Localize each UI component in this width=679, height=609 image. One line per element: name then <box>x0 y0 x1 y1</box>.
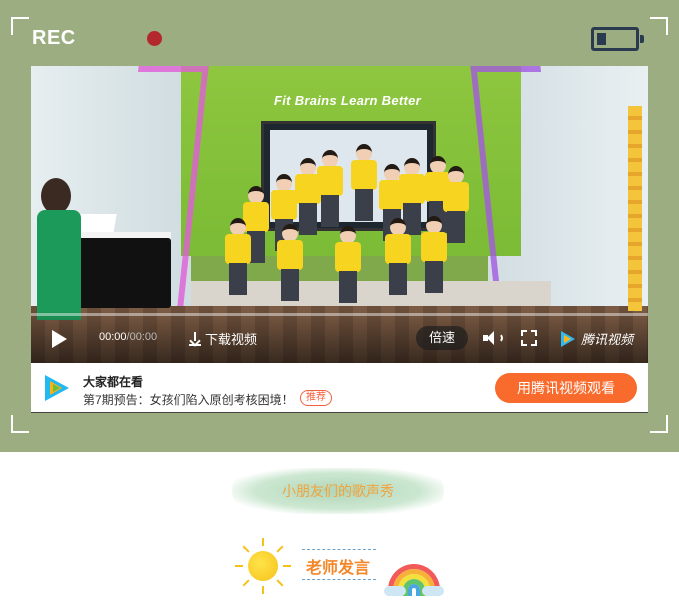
recorder-frame: REC Fit Brains Learn Better 00:00/00:00 … <box>0 0 679 452</box>
frame-corner-top-left <box>11 17 29 35</box>
frame-corner-bottom-left <box>11 415 29 433</box>
duration: /00:00 <box>126 331 158 343</box>
teacher-section-title: 老师发言 <box>306 560 371 577</box>
recommendation-title: 大家都在看 <box>83 375 144 389</box>
recommendation-subtitle[interactable]: 第7期预告：女孩们陷入原创考核困境！ <box>83 391 294 408</box>
divider-bottom <box>302 579 376 580</box>
fullscreen-icon[interactable] <box>521 330 537 346</box>
video-player[interactable]: Fit Brains Learn Better 00:00/00:00 下载视频… <box>31 66 648 363</box>
recommendation-bar[interactable]: 大家都在看 第7期预告：女孩们陷入原创考核困境！ 推荐 用腾讯视频观看 <box>31 363 648 413</box>
progress-bar[interactable] <box>31 313 648 316</box>
wall-slogan: Fit Brains Learn Better <box>274 93 422 108</box>
brand-label: 腾讯视频 <box>581 332 634 347</box>
kids-section-header: 小朋友们的歌声秀 <box>232 468 444 514</box>
tencent-video-logo-icon <box>559 330 577 348</box>
recommend-badge: 推荐 <box>300 390 332 406</box>
play-icon[interactable] <box>52 330 67 348</box>
download-icon <box>189 331 201 346</box>
kids-section-title: 小朋友们的歌声秀 <box>282 483 394 499</box>
open-in-tencent-video-button[interactable]: 用腾讯视频观看 <box>495 373 637 403</box>
download-label: 下载视频 <box>205 332 258 347</box>
recording-dot-icon <box>147 31 162 46</box>
rec-label: REC <box>32 27 76 49</box>
frame-corner-top-right <box>650 17 668 35</box>
download-button[interactable]: 下载视频 <box>189 329 257 348</box>
tencent-video-app-icon <box>43 374 73 402</box>
speed-button[interactable]: 倍速 <box>416 326 468 350</box>
battery-low-icon <box>591 27 644 51</box>
tencent-video-brand[interactable]: 腾讯视频 <box>559 329 633 348</box>
time-display: 00:00/00:00 <box>99 331 157 343</box>
sun-icon <box>235 538 291 594</box>
rainbow-icon <box>384 560 444 596</box>
frame-corner-bottom-right <box>650 415 668 433</box>
divider-top <box>302 549 376 550</box>
current-time: 00:00 <box>99 331 127 343</box>
volume-icon[interactable] <box>483 330 503 346</box>
